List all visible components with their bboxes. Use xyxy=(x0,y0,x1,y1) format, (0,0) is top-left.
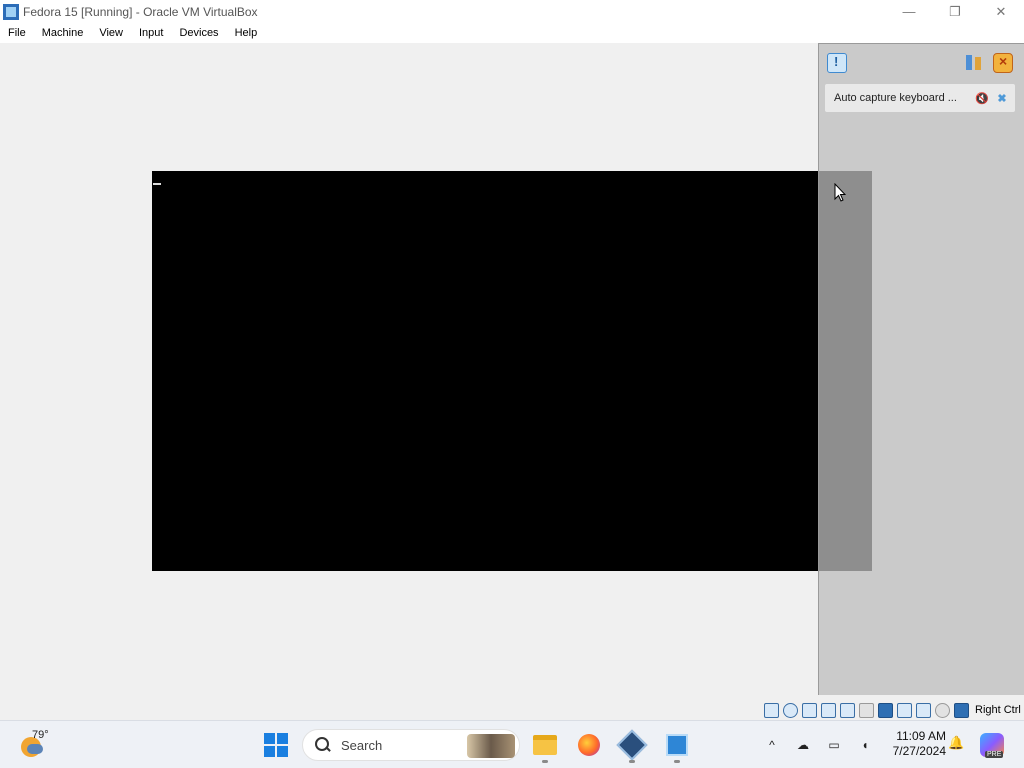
menu-input[interactable]: Input xyxy=(131,23,171,43)
clock-time: 11:09 AM xyxy=(896,729,946,743)
mouse-pointer-icon xyxy=(834,183,846,202)
weather-widget[interactable]: 79° xyxy=(18,729,62,761)
search-icon xyxy=(315,737,331,753)
video-capture-icon[interactable] xyxy=(897,702,912,718)
file-explorer-icon xyxy=(533,735,557,755)
menu-bar: File Machine View Input Devices Help xyxy=(0,23,1024,43)
restore-button[interactable]: ❐ xyxy=(932,0,978,23)
file-explorer-button[interactable] xyxy=(529,729,561,763)
network-tray-icon[interactable]: ▭ xyxy=(824,735,844,755)
host-key-label[interactable]: Right Ctrl xyxy=(975,704,1021,716)
taskbar-search-box[interactable]: Search xyxy=(302,729,520,761)
shared-folders-icon[interactable] xyxy=(859,702,874,718)
notification-bell-icon[interactable]: 🔔 xyxy=(948,735,964,751)
clock[interactable]: 11:09 AM 7/27/2024 xyxy=(880,729,946,759)
clear-all-notifications-icon[interactable] xyxy=(993,53,1013,73)
text-cursor xyxy=(153,183,161,185)
optical-drive-icon[interactable] xyxy=(783,702,798,718)
usb-icon[interactable] xyxy=(840,702,855,718)
close-notification-icon[interactable]: ✖ xyxy=(994,90,1010,106)
mouse-integration-icon[interactable] xyxy=(935,702,950,718)
minimize-button[interactable]: — xyxy=(886,0,932,23)
notification-center-panel: Auto capture keyboard ... 🔇 ✖ xyxy=(818,43,1024,695)
cpu-icon xyxy=(916,702,931,718)
onedrive-icon[interactable]: ☁ xyxy=(793,735,813,755)
windows-logo-tile xyxy=(277,746,288,757)
search-highlight-image xyxy=(467,734,515,758)
vm-window-icon xyxy=(666,734,688,756)
keyboard-capture-icon[interactable] xyxy=(954,702,969,718)
volume-icon[interactable]: ◖ xyxy=(855,735,875,755)
virtualbox-icon xyxy=(616,729,648,761)
hard-disk-icon[interactable] xyxy=(764,702,779,718)
firefox-icon xyxy=(578,734,600,756)
show-hidden-icons-chevron-icon[interactable]: ^ xyxy=(762,735,782,755)
start-button[interactable] xyxy=(264,733,288,757)
notification-item[interactable]: Auto capture keyboard ... 🔇 ✖ xyxy=(825,84,1015,112)
windows-logo-tile xyxy=(277,733,288,744)
running-indicator xyxy=(629,760,635,763)
virtualbox-app-icon xyxy=(3,3,19,20)
windows-logo-tile xyxy=(264,733,275,744)
weather-temperature: 79° xyxy=(32,729,49,741)
notification-info-icon[interactable] xyxy=(827,53,847,73)
menu-file[interactable]: File xyxy=(0,23,34,43)
fedora-vm-button[interactable] xyxy=(661,729,693,763)
notification-text: Auto capture keyboard ... xyxy=(834,92,957,104)
vm-status-bar: Right Ctrl xyxy=(764,700,1021,720)
sort-notifications-icon[interactable] xyxy=(964,53,984,73)
network-icon[interactable] xyxy=(821,702,836,718)
audio-icon[interactable] xyxy=(802,702,817,718)
menu-machine[interactable]: Machine xyxy=(34,23,92,43)
weather-cloud-icon xyxy=(27,744,43,754)
menu-devices[interactable]: Devices xyxy=(171,23,226,43)
system-tray: ^ ☁ ▭ ◖ xyxy=(762,729,886,761)
vm-screen[interactable] xyxy=(152,171,872,571)
mute-notification-icon[interactable]: 🔇 xyxy=(974,90,990,106)
taskbar: 79° Search ^ ☁ ▭ ◖ 11:09 AM 7/27/2024 🔔 … xyxy=(0,720,1024,768)
search-placeholder: Search xyxy=(341,737,383,753)
virtualbox-manager-button[interactable] xyxy=(616,729,648,763)
menu-help[interactable]: Help xyxy=(227,23,266,43)
windows-logo-tile xyxy=(264,746,275,757)
display-icon[interactable] xyxy=(878,702,893,718)
close-button[interactable]: ✕ xyxy=(978,0,1024,23)
copilot-preview-badge: PRE xyxy=(985,751,1004,758)
firefox-button[interactable] xyxy=(573,729,605,761)
window-title: Fedora 15 [Running] - Oracle VM VirtualB… xyxy=(23,4,258,19)
clock-date: 7/27/2024 xyxy=(892,744,946,758)
window-titlebar: Fedora 15 [Running] - Oracle VM VirtualB… xyxy=(0,0,1024,23)
menu-view[interactable]: View xyxy=(91,23,131,43)
running-indicator xyxy=(674,760,680,763)
notification-panel-toolbar xyxy=(819,44,1024,80)
running-indicator xyxy=(542,760,548,763)
window-controls: — ❐ ✕ xyxy=(886,0,1024,23)
